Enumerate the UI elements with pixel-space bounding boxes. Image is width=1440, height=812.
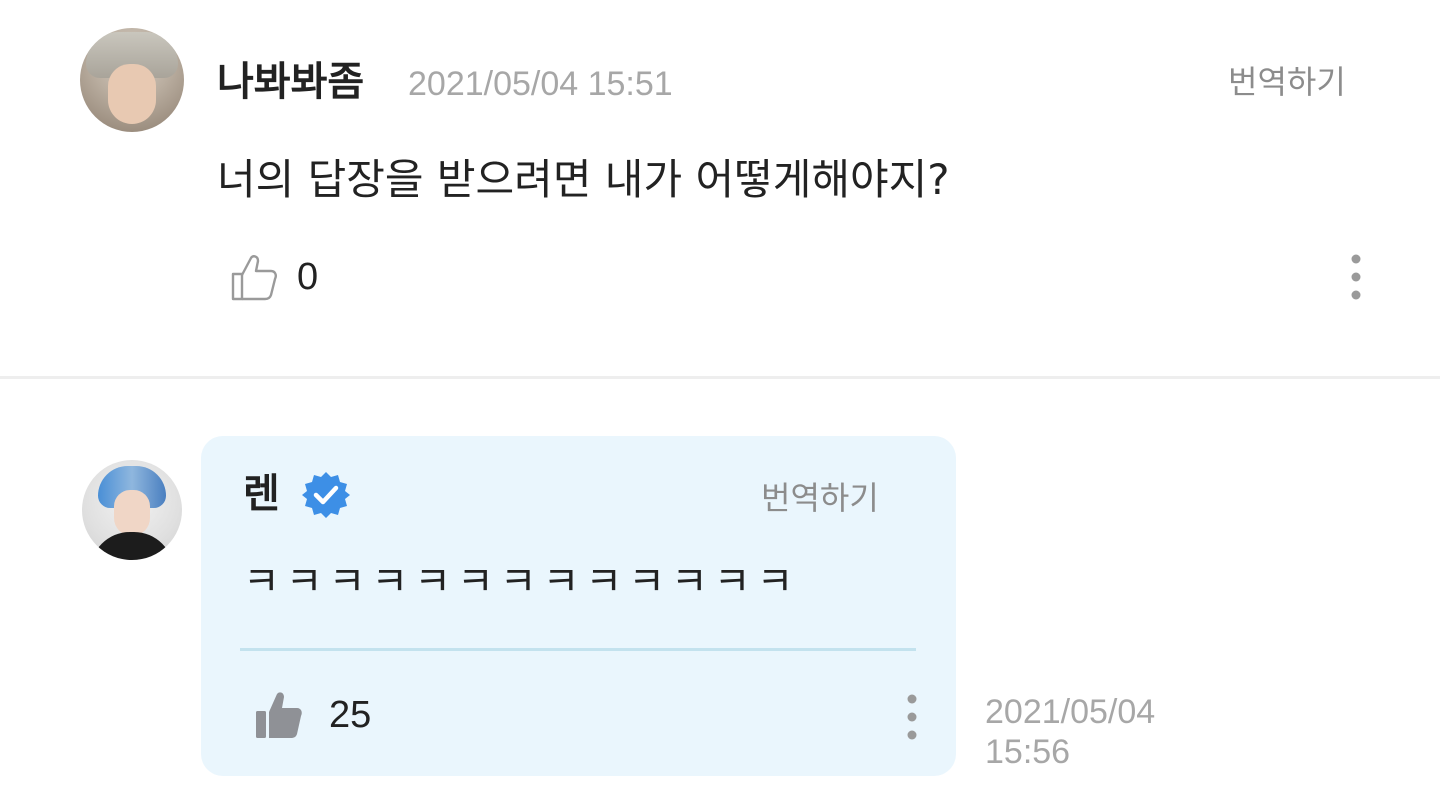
- reply-username[interactable]: 렌: [243, 468, 280, 520]
- reply-timestamp-date: 2021/05/04: [985, 693, 1156, 731]
- like-button[interactable]: 0: [229, 250, 318, 304]
- reply-card: 렌 번역하기 ㅋㅋㅋㅋㅋㅋㅋㅋㅋㅋㅋㅋㅋ 25: [201, 436, 956, 776]
- like-count: 25: [329, 694, 372, 736]
- section-divider: [0, 376, 1440, 379]
- translate-button[interactable]: 번역하기: [761, 476, 879, 520]
- reply-text: ㅋㅋㅋㅋㅋㅋㅋㅋㅋㅋㅋㅋㅋ: [243, 559, 800, 605]
- verified-badge-icon: [301, 470, 351, 520]
- avatar-shirt: [90, 532, 174, 560]
- more-options-button[interactable]: [1340, 250, 1372, 304]
- comment-timestamp: 2021/05/04 15:51: [408, 65, 673, 103]
- artist-avatar[interactable]: [82, 460, 182, 560]
- card-divider: [240, 648, 916, 651]
- avatar-face: [108, 64, 156, 124]
- comment-text: 너의 답장을 받으려면 내가 어떻게해야지?: [217, 155, 950, 204]
- more-options-button[interactable]: [896, 690, 928, 744]
- like-count: 0: [297, 256, 319, 298]
- more-vertical-icon: [907, 694, 917, 740]
- reply-timestamp: 2021/05/04 15:56: [985, 692, 1205, 772]
- reply-timestamp-time: 15:56: [985, 733, 1071, 771]
- like-button[interactable]: 25: [253, 688, 371, 742]
- thumbs-up-filled-icon: [253, 689, 305, 741]
- avatar-face: [114, 490, 150, 536]
- more-vertical-icon: [1351, 254, 1361, 300]
- user-avatar[interactable]: [80, 28, 184, 132]
- comment-username[interactable]: 나봐봐좀: [217, 56, 364, 108]
- translate-button[interactable]: 번역하기: [1228, 60, 1346, 104]
- comment-item: 나봐봐좀 2021/05/04 15:51 번역하기 너의 답장을 받으려면 내…: [0, 0, 1440, 376]
- thumbs-up-outline-icon: [229, 252, 279, 302]
